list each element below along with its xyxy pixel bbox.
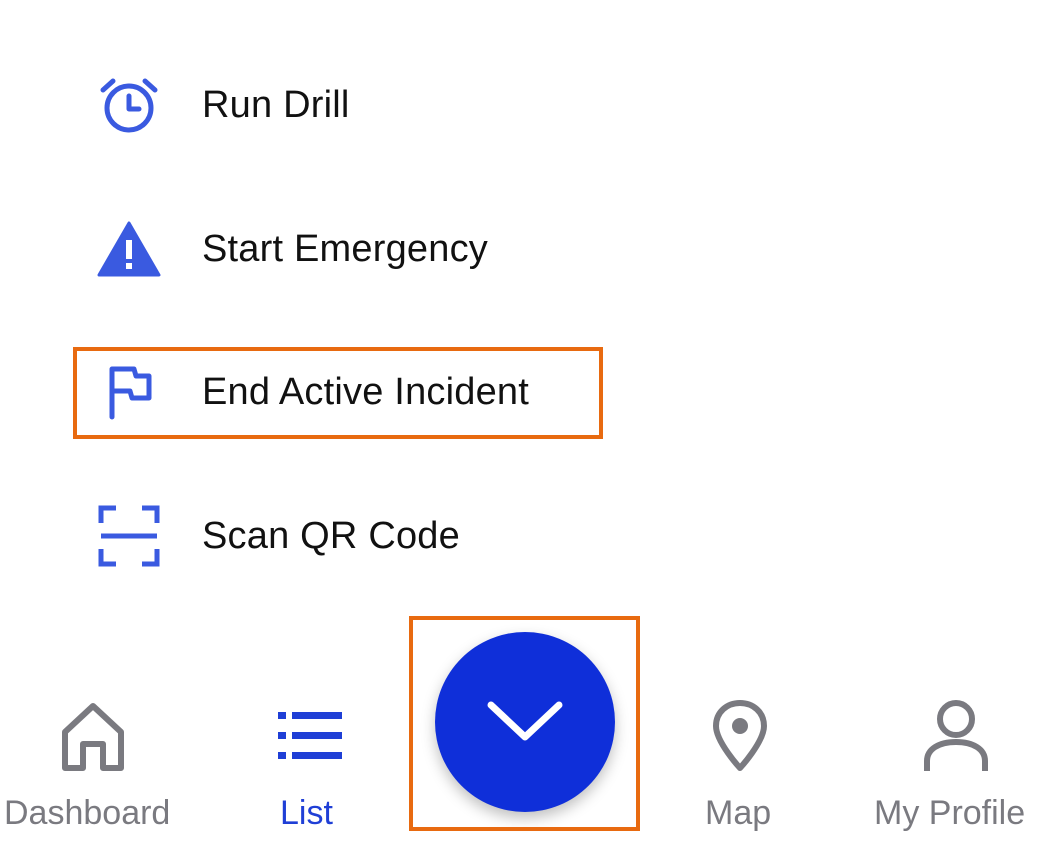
nav-item-list[interactable]: List — [240, 660, 380, 857]
map-pin-icon — [700, 696, 780, 776]
home-icon — [53, 696, 133, 776]
menu-item-label: Run Drill — [202, 83, 350, 126]
list-icon — [270, 696, 350, 776]
menu-item-end-active-incident[interactable]: End Active Incident — [0, 347, 700, 437]
menu-item-start-emergency[interactable]: Start Emergency — [0, 204, 700, 294]
flag-icon — [96, 359, 162, 425]
fab-collapse-button[interactable] — [435, 632, 615, 812]
nav-item-map[interactable]: Map — [680, 660, 800, 857]
nav-label-dashboard: Dashboard — [4, 794, 171, 832]
nav-label-my-profile: My Profile — [874, 794, 1026, 832]
qr-scan-icon — [96, 503, 162, 569]
person-icon — [916, 696, 996, 776]
menu-item-scan-qr-code[interactable]: Scan QR Code — [0, 491, 700, 581]
menu-item-label: Scan QR Code — [202, 514, 460, 557]
alarm-clock-icon — [96, 72, 162, 138]
menu-item-label: Start Emergency — [202, 227, 488, 270]
menu-item-label: End Active Incident — [202, 370, 530, 413]
chevron-down-icon — [485, 697, 565, 747]
nav-item-my-profile[interactable]: My Profile — [866, 660, 1046, 857]
nav-label-map: Map — [705, 794, 772, 832]
warning-icon — [96, 216, 162, 282]
nav-label-list: List — [280, 794, 333, 832]
nav-item-dashboard[interactable]: Dashboard — [0, 660, 186, 857]
menu-item-run-drill[interactable]: Run Drill — [0, 60, 700, 150]
